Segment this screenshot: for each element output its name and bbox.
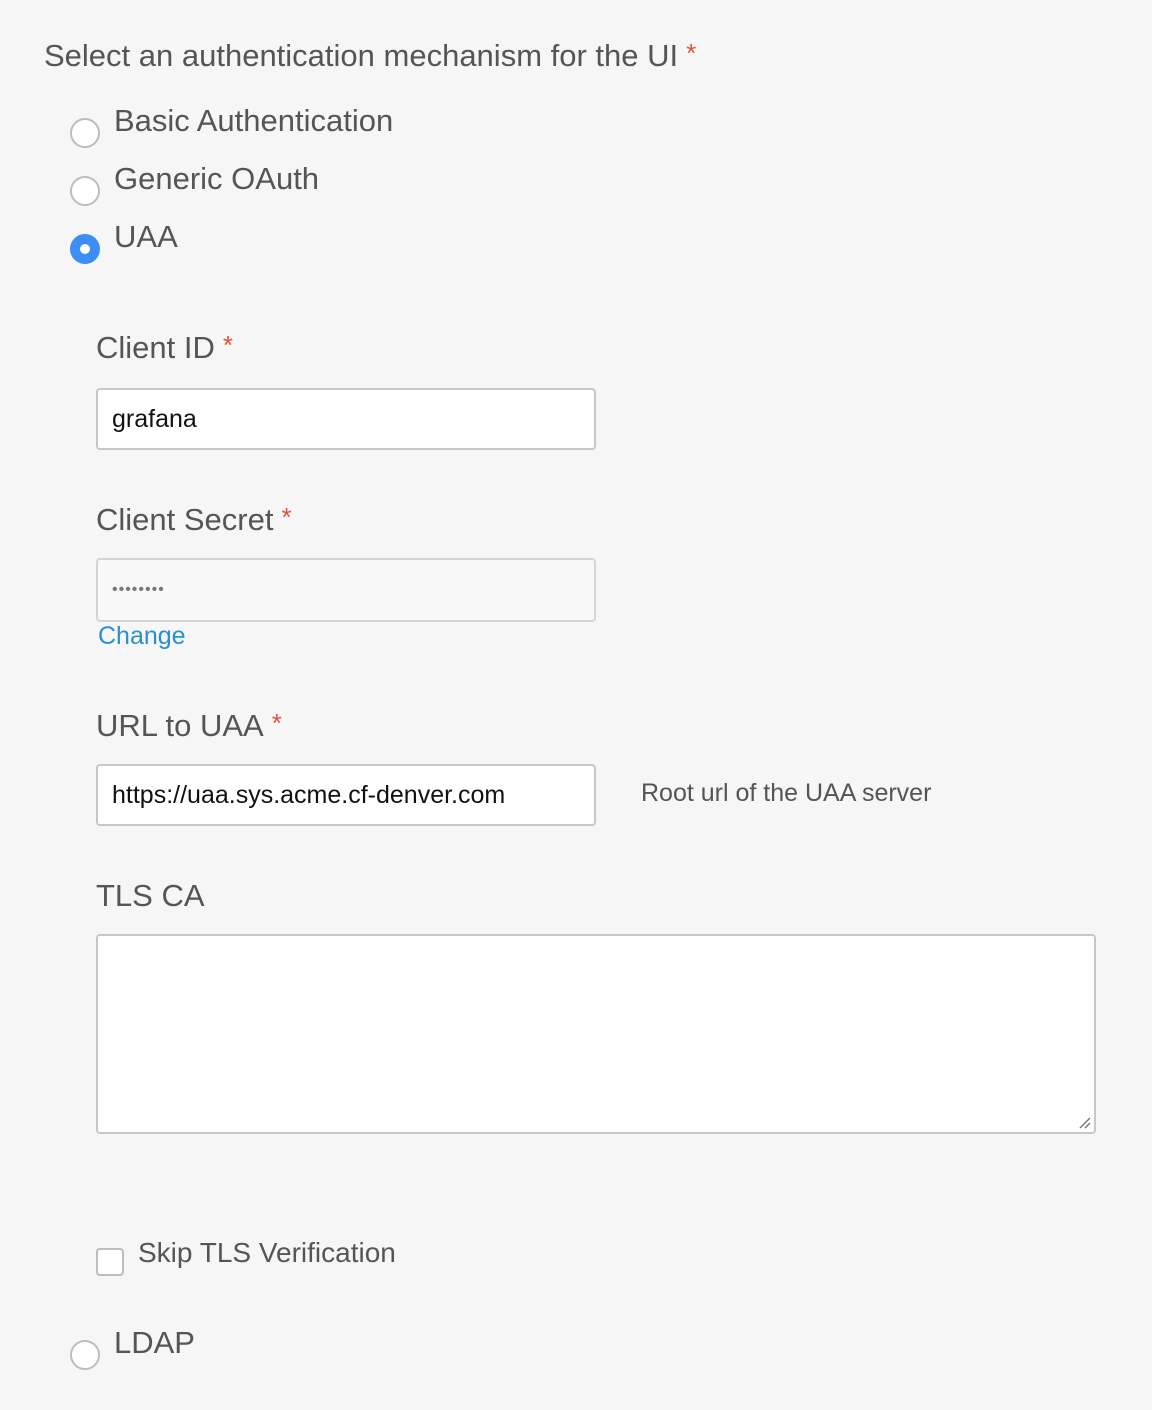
client-secret-input[interactable]: ••••••••	[96, 558, 596, 622]
client-id-input[interactable]: grafana	[96, 388, 596, 450]
radio-button-generic-oauth[interactable]	[70, 176, 100, 206]
radio-label-uaa[interactable]: UAA	[114, 219, 178, 255]
radio-button-ldap[interactable]	[70, 1340, 100, 1370]
client-id-label-text: Client ID	[96, 330, 215, 365]
uaa-url-hint: Root url of the UAA server	[641, 779, 932, 807]
tls-ca-textarea[interactable]	[96, 934, 1096, 1134]
radio-selected-dot	[80, 244, 90, 254]
client-secret-label-text: Client Secret	[96, 502, 274, 537]
resize-handle-icon[interactable]	[1077, 1115, 1091, 1129]
change-secret-link[interactable]: Change	[98, 622, 186, 651]
uaa-url-label-text: URL to UAA	[96, 708, 264, 743]
skip-tls-checkbox[interactable]	[96, 1248, 124, 1276]
required-asterisk: *	[271, 708, 282, 738]
radio-button-uaa[interactable]	[70, 234, 100, 264]
required-asterisk: *	[281, 502, 292, 532]
auth-mechanism-label-text: Select an authentication mechanism for t…	[44, 38, 679, 73]
radio-label-generic-oauth[interactable]: Generic OAuth	[114, 161, 319, 197]
radio-label-ldap[interactable]: LDAP	[114, 1325, 195, 1361]
client-id-label: Client ID *	[96, 330, 233, 366]
tls-ca-label: TLS CA	[96, 878, 205, 913]
radio-button-basic-auth[interactable]	[70, 118, 100, 148]
auth-mechanism-label: Select an authentication mechanism for t…	[44, 38, 696, 74]
uaa-url-label: URL to UAA *	[96, 708, 282, 744]
uaa-url-input[interactable]: https://uaa.sys.acme.cf-denver.com	[96, 764, 596, 826]
radio-label-basic-auth[interactable]: Basic Authentication	[114, 103, 393, 139]
client-secret-label: Client Secret *	[96, 502, 292, 538]
required-asterisk: *	[222, 330, 233, 360]
skip-tls-label[interactable]: Skip TLS Verification	[138, 1237, 396, 1269]
required-asterisk: *	[686, 38, 697, 68]
